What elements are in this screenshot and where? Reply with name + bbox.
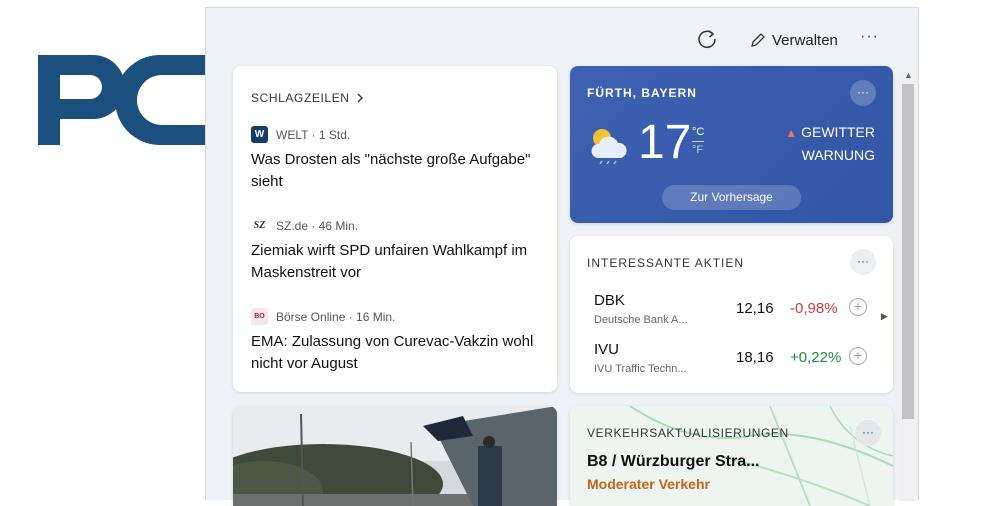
scrollbar-thumb[interactable] [902, 84, 914, 419]
weather-alert[interactable]: ▲ GEWITTER WARNUNG [785, 121, 875, 166]
scroll-up-icon[interactable]: ▲ [904, 70, 913, 80]
add-stock-icon[interactable]: + [849, 347, 867, 365]
photo-news-card[interactable] [233, 406, 557, 506]
add-stock-icon[interactable]: + [849, 298, 867, 316]
widgets-toolbar: Verwalten ··· [206, 8, 918, 66]
partly-cloudy-icon [591, 129, 627, 164]
next-stocks-arrow-icon[interactable]: ▶ [881, 311, 888, 322]
unit-celsius[interactable]: °C [692, 126, 704, 138]
news-photo [233, 406, 557, 506]
temperature-units: °C °F [692, 126, 704, 157]
news-headline[interactable]: EMA: Zulassung von Curevac-Vakzin wohl n… [251, 331, 541, 375]
traffic-road: B8 / Würzburger Stra... [587, 453, 760, 470]
stock-symbol: DBK [594, 292, 625, 309]
stock-symbol: IVU [594, 341, 620, 358]
stock-change: +0,22% [790, 349, 842, 366]
news-source: WELT · 1 Std. [276, 127, 351, 142]
news-headline[interactable]: Ziemiak wirft SPD unfairen Wahlkampf im … [251, 240, 541, 284]
news-item[interactable]: SZ SZ.de · 46 Min. Ziemiak wirft SPD unf… [251, 217, 541, 284]
news-headline[interactable]: Was Drosten als "nächste große Aufgabe" … [251, 149, 541, 193]
headlines-card: SCHLAGZEILEN W WELT · 1 Std. Was Drosten… [233, 66, 557, 392]
unit-fahrenheit[interactable]: °F [692, 144, 703, 156]
warning-icon: ▲ [785, 126, 798, 140]
stock-change: -0,98% [790, 300, 838, 317]
weather-location: FÜRTH, BAYERN [587, 86, 697, 100]
traffic-title: VERKEHRSAKTUALISIERUNGEN [587, 426, 789, 440]
news-source: Börse Online · 16 Min. [276, 309, 396, 324]
refresh-icon[interactable] [696, 28, 718, 50]
traffic-card[interactable]: VERKEHRSAKTUALISIERUNGEN ··· B8 / Würzbu… [570, 406, 893, 506]
stock-row[interactable]: DBK Deutsche Bank A... 12,16 -0,98% + [594, 292, 869, 332]
stocks-title: INTERESSANTE AKTIEN [587, 256, 745, 270]
manage-label: Verwalten [772, 31, 838, 49]
news-item[interactable]: W WELT · 1 Std. Was Drosten als "nächste… [251, 126, 541, 193]
news-item[interactable]: BO Börse Online · 16 Min. EMA: Zulassung… [251, 308, 541, 375]
more-options-button[interactable]: ··· [860, 28, 884, 48]
boerse-online-logo-icon: BO [251, 308, 268, 325]
headlines-title[interactable]: SCHLAGZEILEN [251, 91, 364, 105]
news-source: SZ.de · 46 Min. [276, 218, 359, 233]
pencil-icon [751, 33, 765, 47]
panel-scrollbar[interactable]: ▲ [899, 66, 917, 501]
stock-price: 18,16 [736, 349, 774, 366]
weather-card[interactable]: FÜRTH, BAYERN ··· 17 °C °F ▲ GEWITTER WAR… [570, 66, 893, 223]
manage-button[interactable]: Verwalten [750, 30, 838, 50]
sz-logo-icon: SZ [251, 217, 268, 234]
stock-price: 12,16 [736, 300, 774, 317]
weather-temperature: 17 [638, 116, 692, 169]
stocks-card: INTERESSANTE AKTIEN ··· DBK Deutsche Ban… [570, 236, 893, 393]
stock-name: Deutsche Bank A... [594, 314, 688, 326]
pc-logo [38, 55, 208, 145]
stocks-more-button[interactable]: ··· [850, 249, 876, 275]
chevron-right-icon [357, 93, 363, 103]
weather-more-button[interactable]: ··· [850, 80, 876, 106]
stock-row[interactable]: IVU IVU Traffic Techn... 18,16 +0,22% + [594, 341, 869, 381]
stock-name: IVU Traffic Techn... [594, 363, 687, 375]
forecast-button[interactable]: Zur Vorhersage [662, 185, 801, 210]
traffic-more-button[interactable]: ··· [855, 420, 881, 446]
welt-logo-icon: W [251, 126, 268, 143]
widgets-panel: Verwalten ··· SCHLAGZEILEN W WELT · 1 St… [205, 7, 919, 506]
traffic-status: Moderater Verkehr [587, 476, 710, 492]
